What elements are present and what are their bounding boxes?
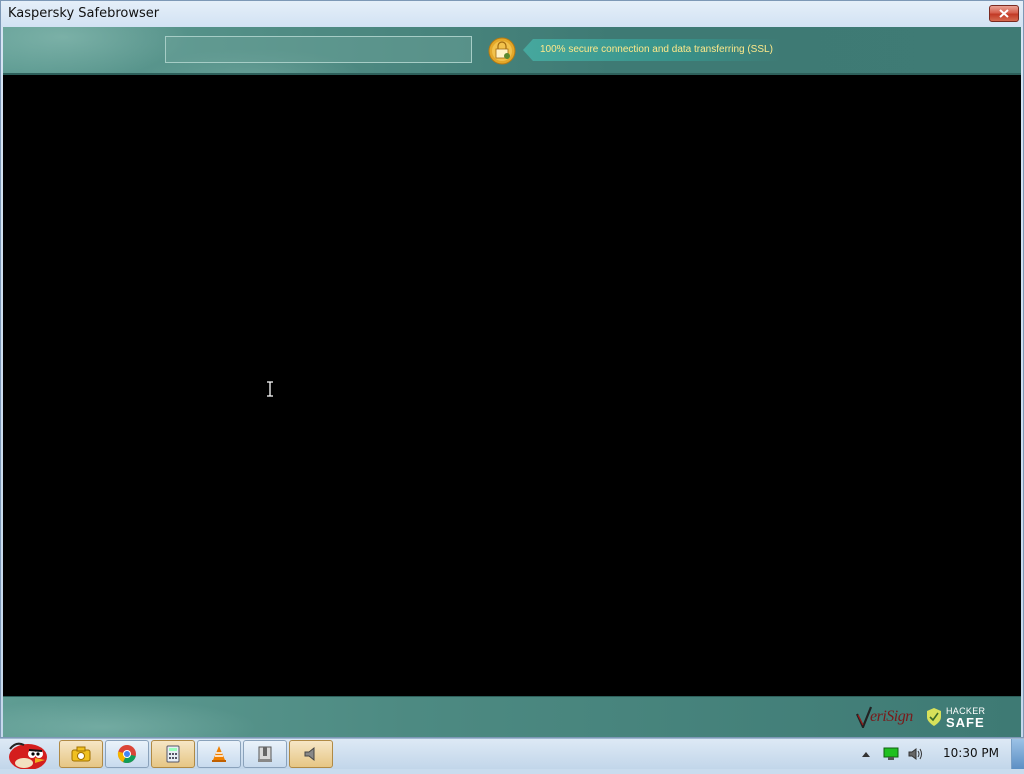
taskbar-calculator[interactable] bbox=[151, 740, 195, 768]
verisign-text: eriSign bbox=[870, 708, 913, 725]
close-button[interactable] bbox=[989, 5, 1019, 22]
network-icon[interactable] bbox=[883, 747, 899, 761]
taskbar-vlc[interactable] bbox=[197, 740, 241, 768]
ssl-status-banner: 100% secure connection and data transfer… bbox=[523, 39, 780, 61]
vlc-cone-icon bbox=[212, 746, 226, 762]
taskbar-archive-manager[interactable] bbox=[243, 740, 287, 768]
safebrowser-window: Kaspersky Safebrowser 100% secure connec… bbox=[0, 0, 1024, 738]
taskbar-audio-app[interactable] bbox=[289, 740, 333, 768]
taskbar: 10:30 PM bbox=[0, 738, 1024, 770]
show-desktop-button[interactable] bbox=[1011, 739, 1024, 769]
shield-icon bbox=[927, 708, 941, 726]
volume-icon[interactable] bbox=[907, 747, 923, 761]
browser-footer: eriSign HACKER SAFE bbox=[3, 696, 1021, 737]
ssl-status-text: 100% secure connection and data transfer… bbox=[540, 44, 773, 55]
window-title: Kaspersky Safebrowser bbox=[8, 6, 160, 21]
red-bird-icon bbox=[9, 742, 47, 770]
start-button[interactable] bbox=[2, 739, 52, 770]
hackersafe-logo: HACKER SAFE bbox=[927, 706, 989, 730]
calculator-icon bbox=[166, 745, 180, 763]
show-hidden-icons-icon[interactable] bbox=[861, 751, 871, 758]
close-icon bbox=[999, 9, 1009, 18]
chrome-icon bbox=[117, 745, 136, 764]
taskbar-chrome[interactable] bbox=[105, 740, 149, 768]
taskbar-camera-app[interactable] bbox=[59, 740, 103, 768]
ssl-lock-icon bbox=[488, 37, 516, 65]
archive-icon bbox=[258, 746, 272, 762]
camera-icon bbox=[71, 746, 91, 762]
speaker-icon bbox=[304, 746, 315, 762]
web-content-area[interactable] bbox=[3, 75, 1021, 696]
verisign-logo: eriSign bbox=[856, 705, 920, 729]
taskbar-clock[interactable]: 10:30 PM bbox=[943, 746, 999, 760]
browser-toolbar: 100% secure connection and data transfer… bbox=[3, 27, 1021, 75]
address-input[interactable] bbox=[165, 36, 472, 63]
hackersafe-line2: SAFE bbox=[946, 715, 985, 730]
text-cursor-icon bbox=[267, 381, 273, 397]
title-bar[interactable]: Kaspersky Safebrowser bbox=[1, 1, 1023, 27]
